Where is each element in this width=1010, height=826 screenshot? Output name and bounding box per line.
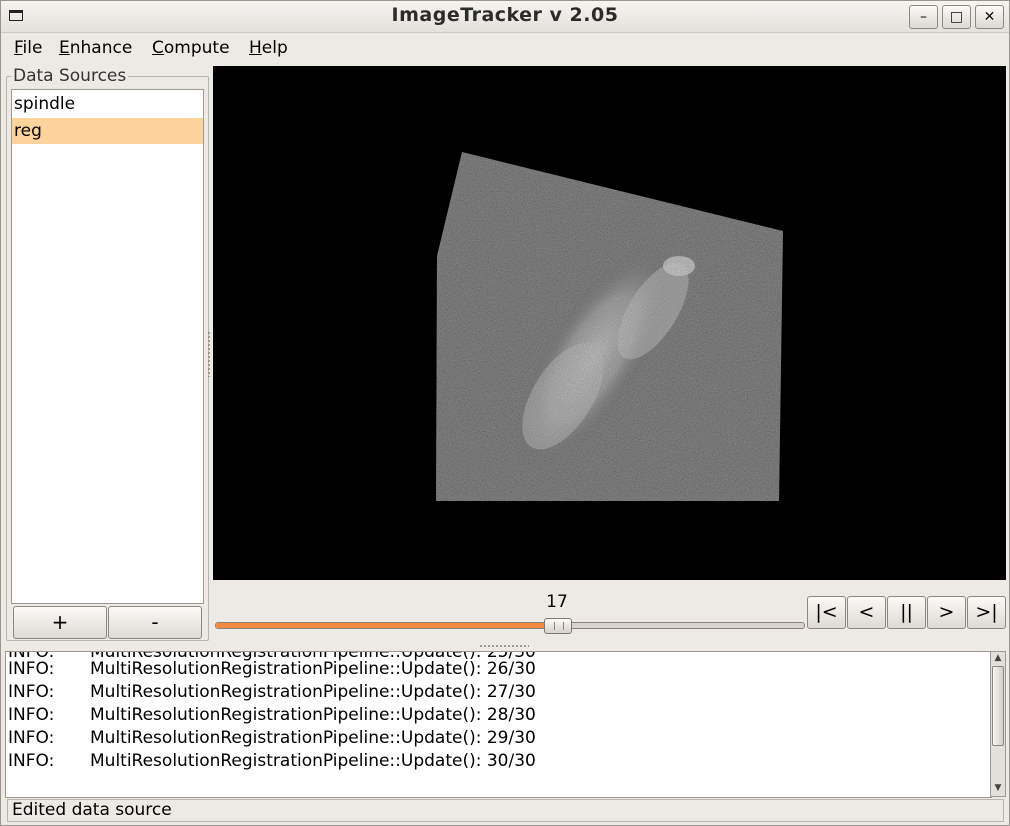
menu-compute-mnemonic: C xyxy=(152,38,164,58)
close-button[interactable]: ✕ xyxy=(975,5,1004,29)
log-level: INFO: xyxy=(8,682,55,702)
log-scrollbar[interactable]: ▲ ▼ xyxy=(990,651,1006,797)
log-line: INFO: MultiResolutionRegistrationPipeline… xyxy=(8,751,536,774)
data-sources-list[interactable]: spindle reg xyxy=(11,89,204,604)
minimize-button[interactable]: – xyxy=(909,5,938,29)
log-message: MultiResolutionRegistrationPipeline::Upd… xyxy=(90,682,536,702)
menu-enhance-mnemonic: E xyxy=(59,38,70,58)
data-sources-legend: Data Sources xyxy=(11,66,129,86)
frame-slider[interactable] xyxy=(215,618,805,634)
maximize-button[interactable]: □ xyxy=(942,5,971,29)
remove-data-source-button[interactable]: - xyxy=(108,606,202,639)
frame-slider-fill xyxy=(216,623,557,628)
add-data-source-button[interactable]: + xyxy=(13,606,107,639)
data-source-item-spindle[interactable]: spindle xyxy=(12,91,203,117)
menu-enhance[interactable]: Enhance xyxy=(59,38,132,58)
frame-number: 17 xyxy=(546,592,568,612)
menu-compute[interactable]: Compute xyxy=(152,38,230,58)
vertical-splitter-handle[interactable] xyxy=(207,331,211,377)
log-output[interactable]: INFO: MultiResolutionRegistrationPipeline… xyxy=(5,651,992,798)
scroll-up-icon[interactable]: ▲ xyxy=(992,652,1004,664)
menu-enhance-label: nhance xyxy=(69,38,133,58)
menu-help[interactable]: Help xyxy=(249,38,288,58)
log-line: INFO: MultiResolutionRegistrationPipeline… xyxy=(8,659,536,682)
registered-image-region xyxy=(436,152,783,501)
microscopy-image xyxy=(436,152,783,501)
previous-frame-button[interactable]: < xyxy=(847,596,886,629)
app-window: ImageTracker v 2.05 – □ ✕ File Enhance C… xyxy=(0,0,1010,826)
pause-button[interactable]: || xyxy=(887,596,926,629)
log-level: INFO: xyxy=(8,659,55,679)
menu-file-mnemonic: F xyxy=(14,38,23,58)
log-level: INFO: xyxy=(8,705,55,725)
log-line: INFO: MultiResolutionRegistrationPipeline… xyxy=(8,682,536,705)
last-frame-button[interactable]: >| xyxy=(967,596,1006,629)
menu-bar: File Enhance Compute Help xyxy=(1,33,1009,63)
horizontal-splitter-handle[interactable] xyxy=(479,644,529,648)
next-frame-button[interactable]: > xyxy=(927,596,966,629)
log-line: INFO: MultiResolutionRegistrationPipeline… xyxy=(8,728,536,751)
log-message: MultiResolutionRegistrationPipeline::Upd… xyxy=(90,705,536,725)
status-bar: Edited data source xyxy=(7,799,1004,822)
log-scrollbar-thumb[interactable] xyxy=(992,666,1004,746)
scroll-down-icon[interactable]: ▼ xyxy=(992,782,1004,794)
window-title: ImageTracker v 2.05 xyxy=(391,4,619,26)
menu-help-label: elp xyxy=(261,38,288,58)
menu-compute-label: ompute xyxy=(163,38,230,58)
menu-file-label: ile xyxy=(22,38,43,58)
log-level: INFO: xyxy=(8,751,55,771)
image-viewer[interactable] xyxy=(213,66,1006,580)
log-message: MultiResolutionRegistrationPipeline::Upd… xyxy=(90,728,536,748)
log-message: MultiResolutionRegistrationPipeline::Upd… xyxy=(90,751,536,771)
log-level: INFO: xyxy=(8,728,55,748)
data-source-item-reg[interactable]: reg xyxy=(12,118,203,144)
menu-help-mnemonic: H xyxy=(249,38,262,58)
log-line: INFO: MultiResolutionRegistrationPipeline… xyxy=(8,705,536,728)
first-frame-button[interactable]: |< xyxy=(807,596,846,629)
title-bar[interactable]: ImageTracker v 2.05 – □ ✕ xyxy=(1,1,1009,33)
log-message: MultiResolutionRegistrationPipeline::Upd… xyxy=(90,659,536,679)
frame-slider-handle[interactable] xyxy=(544,618,572,634)
menu-file[interactable]: File xyxy=(14,38,42,58)
